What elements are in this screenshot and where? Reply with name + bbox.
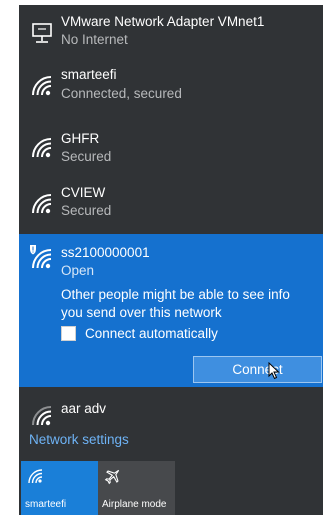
connect-button[interactable]: Connect [193, 356, 322, 383]
network-status: Secured [61, 203, 112, 218]
wifi-shield-warning-icon [29, 244, 55, 270]
connect-automatically-checkbox[interactable] [61, 325, 76, 341]
network-name: smarteefi [61, 67, 117, 82]
security-warning-text: Other people might be able to see info y… [61, 287, 290, 320]
connect-automatically-row[interactable]: Connect automatically [61, 323, 218, 343]
network-item-aar-adv[interactable]: aar adv [19, 387, 323, 427]
ethernet-computer-icon [29, 21, 55, 47]
network-name: CVIEW [61, 185, 106, 200]
airplane-icon [104, 467, 122, 485]
wifi-icon [29, 403, 55, 429]
network-item-ss2100000001-expanded[interactable]: ss2100000001 Open Other people might be … [19, 234, 323, 387]
network-status: Open [61, 263, 95, 278]
network-name: ss2100000001 [61, 245, 150, 260]
network-status: Connected, secured [61, 86, 182, 101]
network-item-vmnet1[interactable]: VMware Network Adapter VMnet1 No Interne… [19, 5, 323, 57]
network-name: aar adv [61, 401, 107, 416]
connect-automatically-label: Connect automatically [85, 325, 218, 341]
network-item-smarteefi[interactable]: smarteefi Connected, secured [19, 57, 323, 117]
mouse-cursor-icon [268, 361, 280, 380]
tile-label: smarteefi [25, 499, 67, 510]
network-name: VMware Network Adapter VMnet1 [61, 14, 265, 29]
network-name: GHFR [61, 131, 100, 146]
network-status: No Internet [61, 32, 128, 47]
tile-label: Airplane mode [102, 499, 167, 510]
quick-action-airplane-mode-tile[interactable]: Airplane mode [98, 461, 175, 515]
wifi-icon [29, 191, 55, 217]
network-item-ghfr[interactable]: GHFR Secured [19, 117, 323, 175]
wifi-icon [29, 135, 55, 161]
network-status: Secured [61, 149, 112, 164]
network-item-cview[interactable]: CVIEW Secured [19, 175, 323, 233]
network-flyout: VMware Network Adapter VMnet1 No Interne… [19, 5, 323, 515]
quick-action-wifi-tile[interactable]: smarteefi [21, 461, 98, 515]
wifi-icon [27, 467, 45, 485]
network-settings-link[interactable]: Network settings [29, 432, 129, 447]
wifi-icon [29, 73, 55, 99]
